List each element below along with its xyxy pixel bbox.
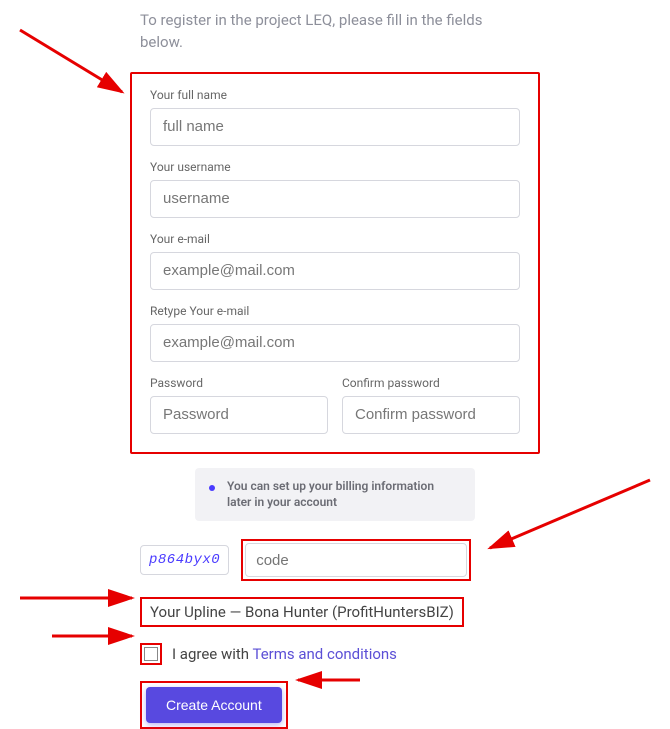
confirm-password-label: Confirm password <box>342 376 520 390</box>
username-input[interactable] <box>150 180 520 218</box>
agree-text: I agree with <box>172 645 252 663</box>
captcha-input[interactable] <box>245 543 467 577</box>
retype-email-input[interactable] <box>150 324 520 362</box>
retype-email-label: Retype Your e-mail <box>150 304 520 318</box>
captcha-image: p864byx0 <box>140 545 229 575</box>
billing-info-notice: You can set up your billing information … <box>195 468 475 522</box>
terms-link[interactable]: Terms and conditions <box>252 645 396 663</box>
upline-info: Your Upline — Bona Hunter (ProfitHunters… <box>140 597 464 627</box>
username-label: Your username <box>150 160 520 174</box>
email-input[interactable] <box>150 252 520 290</box>
fullname-label: Your full name <box>150 88 520 102</box>
agree-checkbox[interactable] <box>144 647 158 661</box>
intro-text: To register in the project LEQ, please f… <box>140 10 500 54</box>
bullet-icon <box>209 485 215 491</box>
registration-form: Your full name Your username Your e-mail… <box>130 72 540 454</box>
create-account-button[interactable]: Create Account <box>146 687 282 723</box>
email-label: Your e-mail <box>150 232 520 246</box>
fullname-input[interactable] <box>150 108 520 146</box>
password-input[interactable] <box>150 396 328 434</box>
billing-info-text: You can set up your billing information … <box>227 478 461 512</box>
password-label: Password <box>150 376 328 390</box>
confirm-password-input[interactable] <box>342 396 520 434</box>
